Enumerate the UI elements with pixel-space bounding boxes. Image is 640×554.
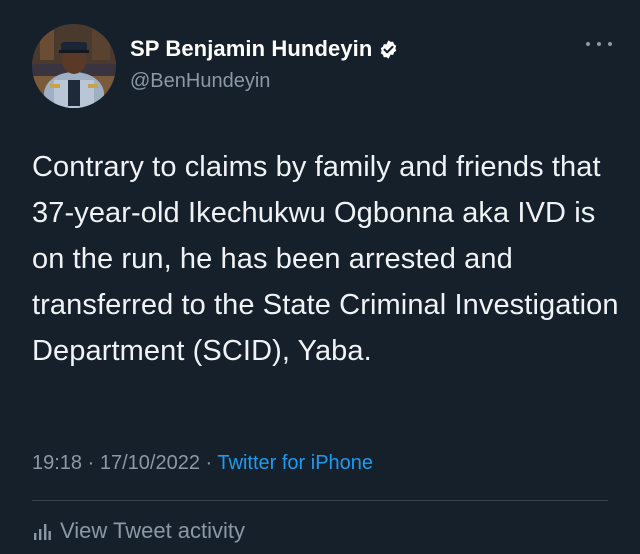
tweet-date[interactable]: 17/10/2022 [100,452,200,474]
bar-chart-icon [34,524,51,540]
activity-label: View Tweet activity [60,518,246,543]
tweet-text: Contrary to claims by family and friends… [32,151,619,367]
divider [32,500,608,501]
tweet-time[interactable]: 19:18 [32,452,82,474]
more-horizontal-icon-dot [586,42,590,46]
tweet-card: SP Benjamin Hundeyin @BenHundeyin Contra… [0,0,640,554]
more-options-button[interactable] [586,38,612,50]
display-name[interactable]: SP Benjamin Hundeyin [130,36,372,62]
view-tweet-activity-button[interactable]: View Tweet activity [32,518,245,544]
more-horizontal-icon-dot [608,42,612,46]
name-row: SP Benjamin Hundeyin [130,36,399,62]
more-horizontal-icon-dot [597,42,601,46]
verified-badge-icon [381,39,397,59]
tweet-meta: 19:18 · 17/10/2022 · Twitter for iPhone [32,452,373,475]
user-handle[interactable]: @BenHundeyin [130,70,270,93]
tweet-source-link[interactable]: Twitter for iPhone [217,452,373,474]
meta-separator: · [87,452,95,474]
tweet-header: SP Benjamin Hundeyin @BenHundeyin [32,24,612,110]
profile-photo-icon [32,24,116,108]
meta-separator: · [205,452,213,474]
avatar[interactable] [32,24,116,108]
